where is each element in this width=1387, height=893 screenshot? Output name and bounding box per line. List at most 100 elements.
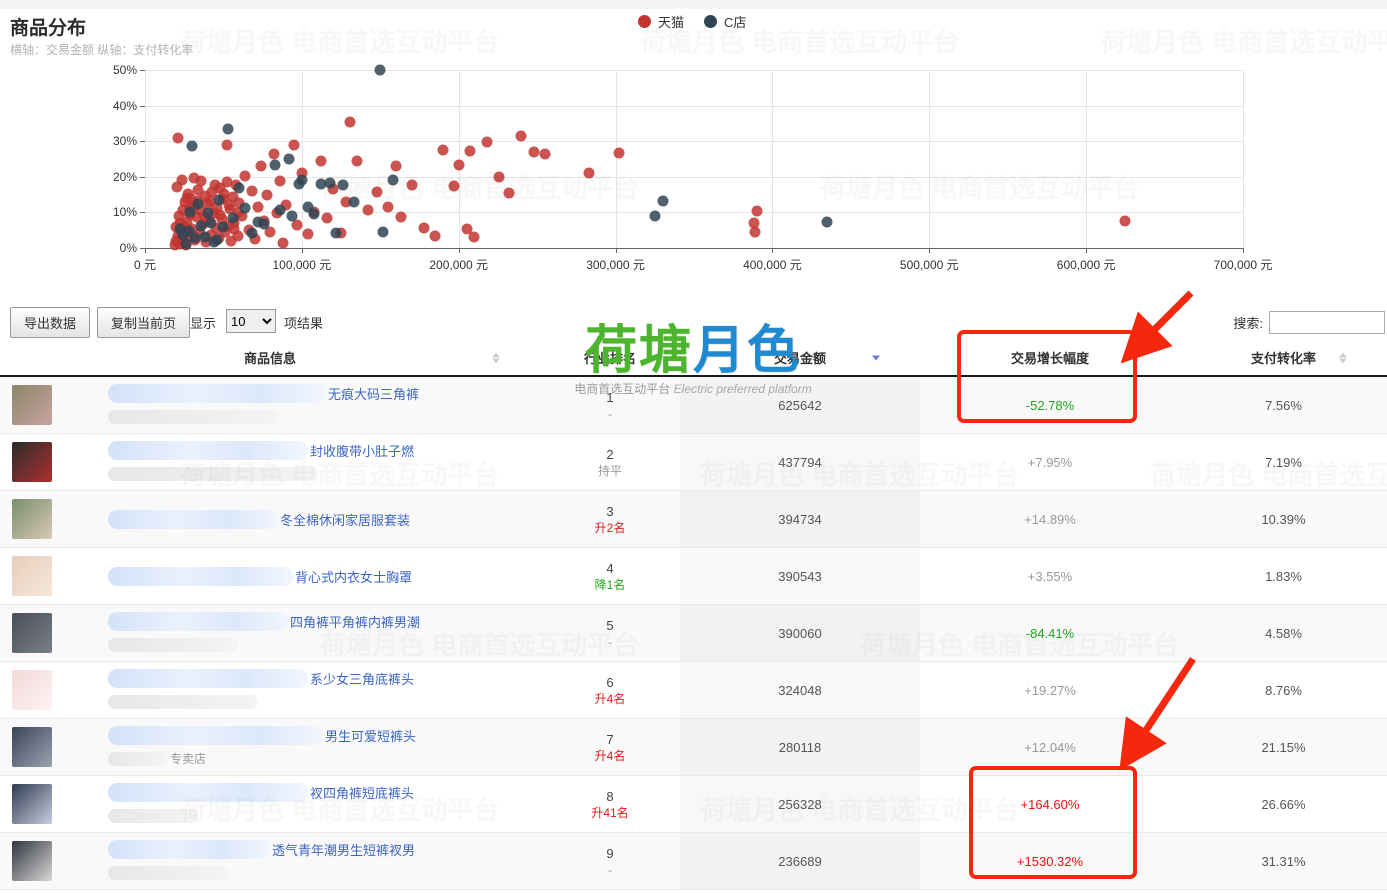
scatter-point-天猫[interactable] bbox=[469, 231, 480, 242]
scatter-point-C店[interactable] bbox=[337, 179, 348, 190]
product-thumbnail[interactable] bbox=[12, 556, 52, 596]
scatter-point-C店[interactable] bbox=[240, 203, 251, 214]
scatter-point-天猫[interactable] bbox=[464, 146, 475, 157]
scatter-point-天猫[interactable] bbox=[430, 230, 441, 241]
scatter-point-天猫[interactable] bbox=[214, 209, 225, 220]
column-header-5[interactable]: 支付转化率 bbox=[1180, 348, 1387, 367]
scatter-point-天猫[interactable] bbox=[372, 187, 383, 198]
scatter-point-C店[interactable] bbox=[387, 175, 398, 186]
scatter-point-C店[interactable] bbox=[212, 234, 223, 245]
scatter-point-天猫[interactable] bbox=[246, 185, 257, 196]
scatter-point-C店[interactable] bbox=[293, 179, 304, 190]
product-name-link[interactable]: 透气青年潮男生短裤衩男 bbox=[272, 840, 415, 859]
scatter-point-C店[interactable] bbox=[309, 208, 320, 219]
product-thumbnail[interactable] bbox=[12, 784, 52, 824]
product-name-link[interactable]: 无痕大码三角裤 bbox=[328, 384, 419, 403]
product-thumbnail[interactable] bbox=[12, 385, 52, 425]
scatter-point-C店[interactable] bbox=[649, 210, 660, 221]
scatter-point-天猫[interactable] bbox=[503, 188, 514, 199]
scatter-point-天猫[interactable] bbox=[240, 170, 251, 181]
scatter-point-天猫[interactable] bbox=[516, 131, 527, 142]
scatter-point-C店[interactable] bbox=[223, 123, 234, 134]
scatter-point-C店[interactable] bbox=[822, 216, 833, 227]
product-name-link[interactable]: 衩四角裤短底裤头 bbox=[310, 783, 414, 802]
scatter-point-天猫[interactable] bbox=[529, 146, 540, 157]
scatter-point-天猫[interactable] bbox=[383, 202, 394, 213]
scatter-point-C店[interactable] bbox=[348, 196, 359, 207]
scatter-point-天猫[interactable] bbox=[222, 140, 233, 151]
scatter-point-天猫[interactable] bbox=[494, 171, 505, 182]
scatter-point-C店[interactable] bbox=[227, 213, 238, 224]
product-thumbnail[interactable] bbox=[12, 499, 52, 539]
product-name-link[interactable]: 四角裤平角裤内裤男潮 bbox=[290, 612, 420, 631]
scatter-point-天猫[interactable] bbox=[268, 148, 279, 159]
product-name-link[interactable]: 冬全棉休闲家居服套装 bbox=[280, 510, 410, 529]
scatter-point-天猫[interactable] bbox=[345, 117, 356, 128]
scatter-point-C店[interactable] bbox=[284, 154, 295, 165]
scatter-point-天猫[interactable] bbox=[406, 179, 417, 190]
product-name-link[interactable]: 封收腹带小肚子燃 bbox=[310, 441, 414, 460]
scatter-point-天猫[interactable] bbox=[262, 190, 273, 201]
scatter-point-C店[interactable] bbox=[180, 239, 191, 250]
scatter-point-C店[interactable] bbox=[218, 221, 229, 232]
product-name-link[interactable]: 背心式内衣女士胸罩 bbox=[295, 567, 412, 586]
scatter-point-天猫[interactable] bbox=[481, 136, 492, 147]
scatter-point-天猫[interactable] bbox=[289, 140, 300, 151]
sort-icon[interactable] bbox=[872, 355, 880, 360]
export-data-button[interactable]: 导出数据 bbox=[10, 307, 90, 338]
scatter-point-天猫[interactable] bbox=[228, 224, 239, 235]
scatter-point-天猫[interactable] bbox=[252, 201, 263, 212]
scatter-point-天猫[interactable] bbox=[192, 185, 203, 196]
scatter-point-天猫[interactable] bbox=[539, 149, 550, 160]
scatter-point-天猫[interactable] bbox=[390, 161, 401, 172]
column-header-3[interactable]: 交易金额 bbox=[680, 348, 920, 367]
scatter-point-天猫[interactable] bbox=[449, 181, 460, 192]
product-name-link[interactable]: 男生可爱短裤头 bbox=[325, 726, 416, 745]
scatter-point-C店[interactable] bbox=[246, 227, 257, 238]
sort-icon[interactable] bbox=[492, 352, 500, 363]
scatter-point-C店[interactable] bbox=[259, 219, 270, 230]
scatter-point-C店[interactable] bbox=[378, 227, 389, 238]
scatter-point-天猫[interactable] bbox=[172, 132, 183, 143]
scatter-point-天猫[interactable] bbox=[321, 213, 332, 224]
scatter-point-天猫[interactable] bbox=[751, 205, 762, 216]
product-thumbnail[interactable] bbox=[12, 670, 52, 710]
scatter-point-C店[interactable] bbox=[185, 206, 196, 217]
product-thumbnail[interactable] bbox=[12, 613, 52, 653]
scatter-point-天猫[interactable] bbox=[223, 199, 234, 210]
scatter-point-C店[interactable] bbox=[287, 211, 298, 222]
scatter-point-C店[interactable] bbox=[213, 195, 224, 206]
product-thumbnail[interactable] bbox=[12, 442, 52, 482]
scatter-point-C店[interactable] bbox=[234, 183, 245, 194]
product-name-link[interactable]: 系少女三角底裤头 bbox=[310, 669, 414, 688]
column-header-2[interactable]: 行业排名 bbox=[540, 348, 680, 367]
scatter-point-天猫[interactable] bbox=[438, 144, 449, 155]
sort-icon[interactable] bbox=[1132, 352, 1140, 363]
scatter-point-C店[interactable] bbox=[331, 228, 342, 239]
scatter-point-天猫[interactable] bbox=[303, 229, 314, 240]
sort-icon[interactable] bbox=[1339, 352, 1347, 363]
search-input[interactable] bbox=[1269, 311, 1385, 334]
scatter-point-天猫[interactable] bbox=[195, 175, 206, 186]
column-header-1[interactable]: 商品信息 bbox=[0, 348, 540, 367]
scatter-point-C店[interactable] bbox=[174, 224, 185, 235]
scatter-point-天猫[interactable] bbox=[274, 176, 285, 187]
scatter-point-C店[interactable] bbox=[187, 140, 198, 151]
scatter-point-天猫[interactable] bbox=[1120, 215, 1131, 226]
scatter-point-天猫[interactable] bbox=[362, 205, 373, 216]
scatter-point-C店[interactable] bbox=[325, 178, 336, 189]
scatter-point-C店[interactable] bbox=[274, 204, 285, 215]
product-thumbnail[interactable] bbox=[12, 727, 52, 767]
scatter-point-天猫[interactable] bbox=[209, 179, 220, 190]
column-header-4[interactable]: 交易增长幅度 bbox=[920, 348, 1180, 367]
scatter-point-C店[interactable] bbox=[375, 65, 386, 76]
scatter-point-C店[interactable] bbox=[205, 217, 216, 228]
scatter-point-天猫[interactable] bbox=[256, 161, 267, 172]
page-size-select[interactable]: 10 bbox=[226, 309, 276, 333]
scatter-point-天猫[interactable] bbox=[419, 223, 430, 234]
scatter-point-天猫[interactable] bbox=[176, 175, 187, 186]
scatter-point-天猫[interactable] bbox=[583, 167, 594, 178]
scatter-point-天猫[interactable] bbox=[278, 238, 289, 249]
scatter-point-天猫[interactable] bbox=[613, 147, 624, 158]
scatter-point-天猫[interactable] bbox=[750, 227, 761, 238]
